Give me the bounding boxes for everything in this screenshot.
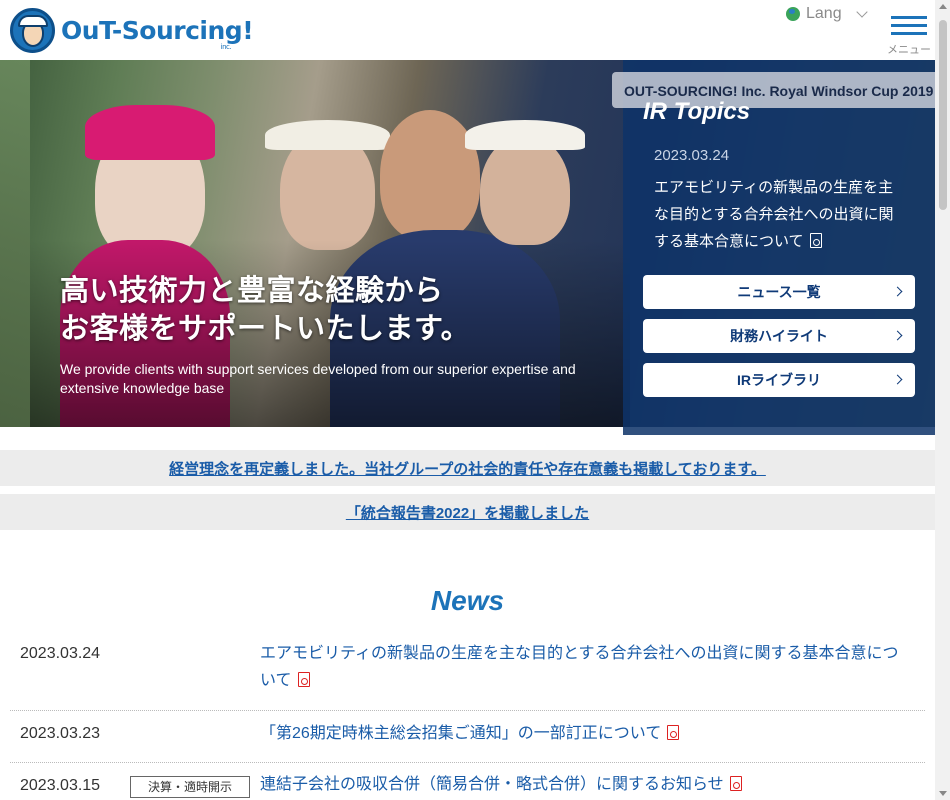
news-list-button[interactable]: ニュース一覧	[643, 275, 915, 309]
ir-topic-link[interactable]: エアモビリティの新製品の生産を主な目的とする合弁会社への出資に関する基本合意につ…	[654, 174, 904, 255]
chevron-right-icon	[892, 286, 903, 297]
pdf-icon	[297, 672, 310, 687]
news-link[interactable]: エアモビリティの新製品の生産を主な目的とする合弁会社への出資に関する基本合意につ…	[260, 640, 910, 694]
scrollbar-thumb[interactable]	[939, 20, 947, 210]
hero-title: 高い技術力と豊富な経験から お客様をサポートいたします。	[60, 272, 470, 348]
menu-label: メニュー	[887, 44, 931, 56]
notice-bar: 経営理念を再定義しました。当社グループの社会的責任や存在意義も掲載しております。	[0, 450, 935, 486]
pdf-icon	[667, 725, 680, 740]
notice-bar: 「統合報告書2022」を掲載しました	[0, 494, 935, 530]
language-selector[interactable]: Lang	[786, 5, 868, 23]
notice-link-integrated-report[interactable]: 「統合報告書2022」を掲載しました	[346, 502, 589, 523]
ir-library-button[interactable]: IRライブラリ	[643, 363, 915, 397]
chevron-right-icon	[892, 374, 903, 385]
news-date: 2023.03.24	[20, 645, 101, 662]
scroll-up-arrow-icon[interactable]	[939, 4, 947, 9]
news-link[interactable]: 「第26期定時株主総会招集ご通知」の一部訂正について	[260, 720, 910, 747]
news-list-item: 2023.03.24 エアモビリティの新製品の生産を主な目的とする合弁会社への出…	[10, 632, 925, 711]
previous-slide-strip[interactable]	[0, 60, 30, 427]
category-badge: 決算・適時開示	[130, 776, 250, 798]
news-date: 2023.03.15	[20, 777, 101, 794]
chevron-right-icon	[892, 330, 903, 341]
site-logo[interactable]: OuT-Sourcing! inc.	[10, 8, 254, 53]
financial-highlights-button[interactable]: 財務ハイライト	[643, 319, 915, 353]
chevron-down-icon	[855, 6, 868, 18]
hero-title-line-1: 高い技術力と豊富な経験から	[60, 275, 444, 307]
scroll-down-arrow-icon[interactable]	[939, 791, 947, 796]
mascot-logo-icon	[10, 8, 55, 53]
language-label: Lang	[806, 5, 842, 22]
hero-subtitle: We provide clients with support services…	[60, 361, 576, 396]
news-date: 2023.03.23	[20, 725, 101, 742]
photo-caption-text: OUT-SOURCING! Inc. Royal Windsor Cup 201…	[624, 83, 934, 99]
news-link[interactable]: 連結子会社の吸収合併（簡易合併・略式合併）に関するお知らせ	[260, 771, 910, 798]
hero-title-line-2: お客様をサポートいたします。	[60, 313, 471, 345]
news-section-title: News	[430, 585, 505, 616]
ir-topics-title: IR Topics	[643, 98, 751, 125]
hamburger-icon	[891, 16, 927, 19]
logo-inc: inc.	[220, 43, 232, 51]
logo-text: OuT-Sourcing!	[61, 16, 254, 45]
notice-link-philosophy[interactable]: 経営理念を再定義しました。当社グループの社会的責任や存在意義も掲載しております。	[169, 458, 766, 479]
news-list-item: 2023.03.23 「第26期定時株主総会招集ご通知」の一部訂正について	[10, 711, 925, 763]
pdf-icon	[809, 233, 822, 248]
globe-icon	[786, 7, 800, 21]
page-scrollbar[interactable]	[935, 0, 950, 800]
news-list-item: 2023.03.15 決算・適時開示 連結子会社の吸収合併（簡易合併・略式合併）…	[10, 763, 925, 800]
pdf-icon	[729, 776, 742, 791]
ir-topic-date: 2023.03.24	[654, 147, 730, 164]
menu-button[interactable]: メニュー	[885, 12, 933, 56]
site-header: OuT-Sourcing! inc. Lang メニュー	[0, 0, 935, 60]
